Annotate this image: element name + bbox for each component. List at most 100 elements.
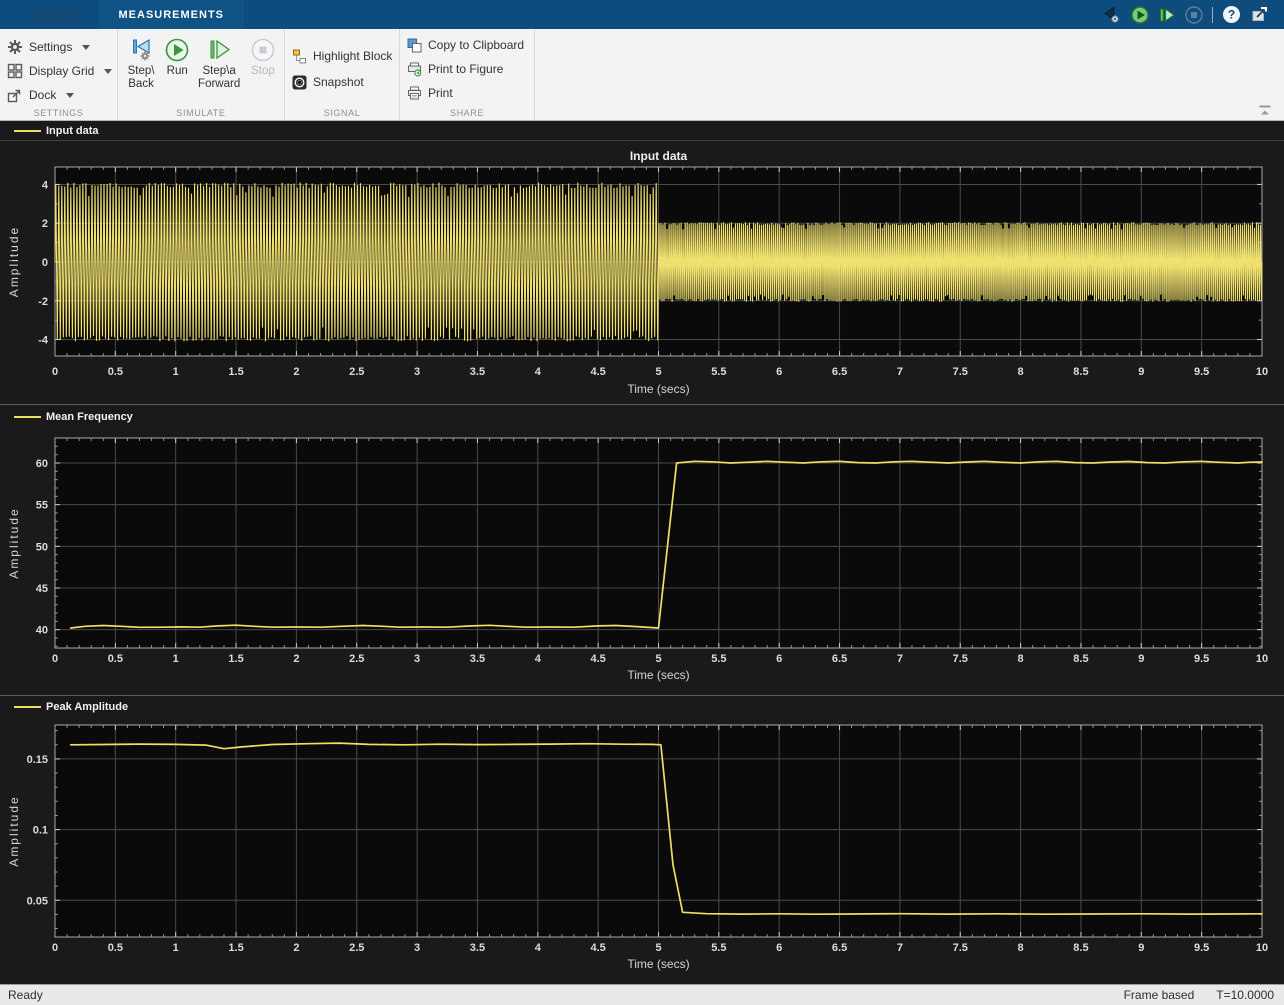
svg-text:5.5: 5.5 bbox=[711, 942, 726, 954]
svg-text:7.5: 7.5 bbox=[953, 942, 968, 954]
svg-text:10: 10 bbox=[1256, 942, 1268, 954]
svg-text:5.5: 5.5 bbox=[711, 653, 726, 665]
svg-text:9: 9 bbox=[1138, 653, 1144, 665]
svg-text:0.5: 0.5 bbox=[108, 942, 123, 954]
stop-icon bbox=[1185, 6, 1203, 24]
svg-text:1: 1 bbox=[173, 653, 179, 665]
svg-text:9.5: 9.5 bbox=[1194, 366, 1209, 378]
legend-label: Peak Amplitude bbox=[46, 701, 128, 713]
svg-text:1: 1 bbox=[173, 366, 179, 378]
settings-group-label: SETTINGS bbox=[0, 108, 117, 118]
snapshot-icon bbox=[292, 75, 307, 90]
svg-text:3: 3 bbox=[414, 942, 420, 954]
legend-line-sample bbox=[14, 416, 41, 418]
svg-text:0: 0 bbox=[52, 366, 58, 378]
legend-mean-frequency: Mean Frequency bbox=[0, 404, 1284, 428]
collapse-ribbon-button[interactable] bbox=[1258, 104, 1272, 119]
legend-line-sample bbox=[14, 130, 41, 132]
svg-text:50: 50 bbox=[36, 541, 48, 553]
dock-button[interactable]: Dock bbox=[7, 83, 117, 107]
copy-to-clipboard-label: Copy to Clipboard bbox=[428, 38, 524, 52]
svg-text:10: 10 bbox=[1256, 366, 1268, 378]
collapse-ribbon-arrow-icon bbox=[1258, 105, 1272, 116]
svg-text:2: 2 bbox=[293, 942, 299, 954]
svg-text:1.5: 1.5 bbox=[228, 653, 243, 665]
svg-text:1.5: 1.5 bbox=[228, 942, 243, 954]
tab-scope[interactable]: SCOPE bbox=[15, 0, 99, 29]
svg-text:2.5: 2.5 bbox=[349, 653, 364, 665]
legend-label: Mean Frequency bbox=[46, 411, 133, 423]
print-button[interactable]: Print bbox=[407, 81, 534, 105]
help-icon: ? bbox=[1222, 5, 1241, 24]
svg-text:7.5: 7.5 bbox=[953, 653, 968, 665]
svg-text:1: 1 bbox=[173, 942, 179, 954]
titlebar-quick-access: ? bbox=[1100, 5, 1284, 25]
simulate-group: Step\ Back Run Step\a Forward bbox=[118, 29, 285, 120]
svg-text:Amplitude: Amplitude bbox=[7, 795, 21, 866]
print-to-figure-button[interactable]: Print to Figure bbox=[407, 57, 534, 81]
mean-frequency-plot[interactable]: 00.511.522.533.544.555.566.577.588.599.5… bbox=[0, 428, 1284, 695]
copy-to-clipboard-button[interactable]: Copy to Clipboard bbox=[407, 33, 534, 57]
svg-text:0: 0 bbox=[52, 942, 58, 954]
svg-text:8: 8 bbox=[1018, 653, 1024, 665]
titlebar-run-button[interactable] bbox=[1131, 6, 1149, 24]
svg-text:4: 4 bbox=[42, 179, 49, 191]
display-grid-button[interactable]: Display Grid bbox=[7, 59, 117, 83]
share-group-label: SHARE bbox=[400, 108, 534, 118]
step-back-button[interactable]: Step\ Back bbox=[122, 34, 160, 106]
svg-text:7.5: 7.5 bbox=[953, 366, 968, 378]
print-label: Print bbox=[428, 86, 453, 100]
chevron-down-icon bbox=[66, 93, 74, 98]
signal-group-label: SIGNAL bbox=[285, 108, 399, 118]
step-forward-button[interactable]: Step\a Forward bbox=[194, 34, 244, 106]
svg-text:55: 55 bbox=[36, 500, 48, 512]
titlebar-step-back-button[interactable] bbox=[1100, 5, 1122, 25]
run-button[interactable]: Run bbox=[160, 34, 194, 106]
input-data-plot[interactable]: 00.511.522.533.544.555.566.577.588.599.5… bbox=[0, 141, 1284, 404]
tab-measurements[interactable]: MEASUREMENTS bbox=[99, 0, 245, 29]
svg-text:7: 7 bbox=[897, 942, 903, 954]
svg-text:0.1: 0.1 bbox=[33, 825, 48, 837]
svg-text:3: 3 bbox=[414, 366, 420, 378]
svg-text:2: 2 bbox=[293, 366, 299, 378]
svg-text:7: 7 bbox=[897, 366, 903, 378]
stop-button[interactable]: Stop bbox=[244, 34, 282, 106]
svg-text:9.5: 9.5 bbox=[1194, 653, 1209, 665]
peak-amplitude-plot[interactable]: 00.511.522.533.544.555.566.577.588.599.5… bbox=[0, 718, 1284, 984]
snapshot-button[interactable]: Snapshot bbox=[292, 69, 399, 95]
titlebar-undock-button[interactable] bbox=[1250, 5, 1270, 24]
settings-label: Settings bbox=[29, 40, 72, 54]
svg-text:6: 6 bbox=[776, 653, 782, 665]
svg-text:5.5: 5.5 bbox=[711, 366, 726, 378]
svg-text:4.5: 4.5 bbox=[591, 942, 606, 954]
svg-text:6.5: 6.5 bbox=[832, 942, 847, 954]
run-icon bbox=[164, 37, 190, 63]
copy-icon bbox=[407, 38, 422, 53]
svg-text:9.5: 9.5 bbox=[1194, 942, 1209, 954]
svg-text:0.05: 0.05 bbox=[27, 895, 48, 907]
settings-button[interactable]: Settings bbox=[7, 35, 117, 59]
step-back-icon bbox=[128, 37, 154, 63]
svg-text:4: 4 bbox=[535, 366, 542, 378]
svg-text:6.5: 6.5 bbox=[832, 653, 847, 665]
svg-text:4.5: 4.5 bbox=[591, 653, 606, 665]
svg-text:Time (secs): Time (secs) bbox=[627, 382, 689, 396]
print-to-figure-label: Print to Figure bbox=[428, 62, 503, 76]
svg-text:8: 8 bbox=[1018, 942, 1024, 954]
step-forward-label-line2: Forward bbox=[198, 78, 240, 91]
chevron-down-icon bbox=[104, 69, 112, 74]
highlight-block-button[interactable]: Highlight Block bbox=[292, 43, 399, 69]
svg-text:5: 5 bbox=[655, 653, 661, 665]
legend-line-sample bbox=[14, 706, 41, 708]
svg-text:0: 0 bbox=[42, 257, 48, 269]
display-grid-label: Display Grid bbox=[29, 64, 94, 78]
svg-text:4.5: 4.5 bbox=[591, 366, 606, 378]
svg-text:Amplitude: Amplitude bbox=[7, 507, 21, 578]
chevron-down-icon bbox=[82, 45, 90, 50]
titlebar-stop-button[interactable] bbox=[1185, 6, 1203, 24]
titlebar-step-forward-button[interactable] bbox=[1158, 6, 1176, 24]
svg-text:6: 6 bbox=[776, 942, 782, 954]
status-sim-time: T=10.0000 bbox=[1216, 988, 1274, 1002]
share-group: Copy to Clipboard Print to Figure bbox=[400, 29, 535, 120]
titlebar-help-button[interactable]: ? bbox=[1222, 5, 1241, 24]
